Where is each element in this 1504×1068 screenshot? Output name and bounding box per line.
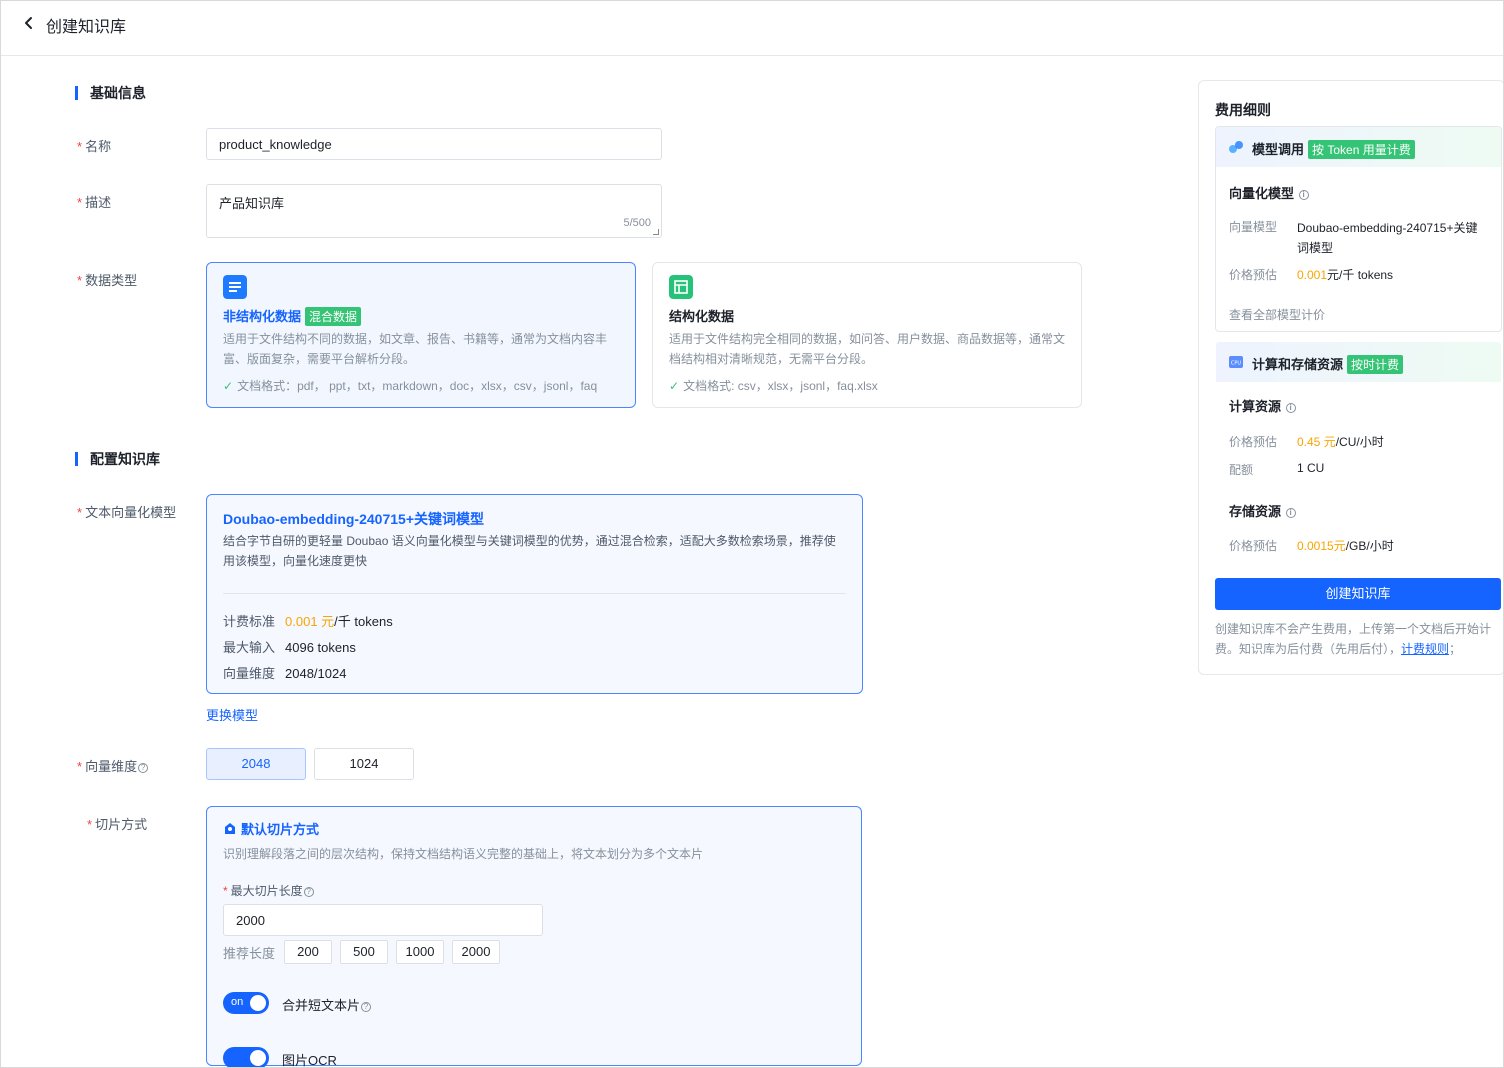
section-config: 配置知识库 [75, 452, 160, 466]
storage-price-key: 价格预估 [1229, 539, 1278, 553]
vector-model-title: 向量化模型 i [1229, 183, 1309, 202]
model-price-row: 计费标准 0.001 元/千 tokens [223, 614, 393, 629]
billing-rules-link[interactable]: 计费规则 [1401, 642, 1449, 656]
token-billing-tag: 按 Token 用量计费 [1308, 140, 1415, 159]
data-type-title: 非结构化数据 混合数据 [223, 306, 362, 326]
table-icon [669, 275, 693, 299]
billing-note: 创建知识库不会产生费用，上传第一个文档后开始计费。知识库为后付费（先用后付），计… [1215, 622, 1492, 656]
data-type-formats: ✓ 文档格式: csv，xlsx，jsonl，faq.xlsx [669, 379, 878, 393]
model-max-input-row: 最大输入 4096 tokens [223, 640, 356, 655]
model-call-box: 模型调用按 Token 用量计费 向量化模型 i 向量模型 Doubao-emb… [1215, 126, 1502, 332]
cost-detail-panel: 费用细则 模型调用按 Token 用量计费 向量化模型 i 向量模型 Douba… [1198, 80, 1503, 675]
cpu-icon: CPU [1229, 356, 1243, 368]
chunk-desc: 识别理解段落之间的层次结构，保持文档结构语义完整的基础上，将文本划分为多个文本片 [223, 847, 704, 861]
top-bar: 创建知识库 [1, 1, 1503, 56]
quota-value: 1 CU [1297, 461, 1325, 475]
section-basic-info: 基础信息 [75, 86, 146, 100]
chunk-icon [225, 823, 235, 834]
recommend-chip-500[interactable]: 500 [340, 940, 388, 964]
model-icon [1229, 141, 1243, 153]
compute-storage-header: CPU 计算和存储资源 按时计费 [1216, 342, 1501, 382]
compute-storage-box: CPU 计算和存储资源 按时计费 计算资源 i 价格预估 0.45 元/CU/小时… [1215, 341, 1502, 569]
max-chunk-length-label: * 最大切片长度? [223, 882, 314, 899]
back-arrow-icon[interactable] [21, 15, 37, 31]
model-call-header: 模型调用按 Token 用量计费 [1216, 127, 1501, 167]
info-icon: i [1298, 190, 1309, 200]
storage-resource-title: 存储资源 i [1229, 501, 1296, 520]
quota-key: 配额 [1229, 463, 1254, 477]
mixed-data-tag: 混合数据 [305, 307, 362, 326]
embedding-model-card[interactable]: Doubao-embedding-240715+关键词模型 结合字节自研的更轻量… [206, 494, 863, 694]
dimension-label: * 向量维度? [77, 756, 149, 775]
svg-text:CPU: CPU [1231, 361, 1242, 367]
max-chunk-length-input[interactable] [223, 904, 543, 936]
compute-price-key: 价格预估 [1229, 435, 1278, 449]
page-title: 创建知识库 [46, 19, 127, 36]
recommend-chip-200[interactable]: 200 [284, 940, 332, 964]
dimension-option-2048[interactable]: 2048 [206, 748, 306, 780]
hourly-billing-tag: 按时计费 [1347, 355, 1404, 374]
data-type-title: 结构化数据 [669, 309, 735, 324]
model-dimension-row: 向量维度 2048/1024 [223, 666, 347, 681]
embedding-model-label: * 文本向量化模型 [77, 505, 177, 520]
data-type-label: * 数据类型 [77, 273, 138, 288]
description-char-count: 5/500 [623, 217, 651, 229]
model-description: 结合字节自研的更轻量 Doubao 语义向量化模型与关键词模型的优势，通过混合检… [223, 534, 836, 568]
merge-short-toggle[interactable]: on [223, 992, 269, 1014]
check-icon: ✓ [669, 379, 680, 393]
name-label: * 名称 [77, 139, 112, 154]
view-all-pricing-link[interactable]: 查看全部模型计价 [1229, 306, 1325, 323]
cost-detail-title: 费用细则 [1215, 102, 1271, 118]
chunk-title: 默认切片方式 [223, 819, 319, 838]
help-icon: ? [361, 1002, 372, 1012]
data-type-formats: ✓ 文档格式：pdf， ppt，txt，markdown，doc，xlsx，csv… [223, 379, 598, 393]
help-icon: ? [303, 887, 314, 897]
data-type-card-unstructured[interactable]: 非结构化数据 混合数据 适用于文件结构不同的数据，如文章、报告、书籍等，通常为文档… [206, 262, 636, 408]
recommend-chip-1000[interactable]: 1000 [396, 940, 444, 964]
page-frame: 创建知识库 基础信息 *名称 *描述 产品知识库 5/500 *数据类型 非结构… [0, 0, 1504, 1068]
vector-model-key: 向量模型 [1229, 220, 1278, 234]
recommend-length-label: 推荐长度 [223, 946, 276, 961]
resize-handle[interactable] [653, 229, 659, 235]
storage-price-value: 0.0015元/GB/小时 [1297, 539, 1394, 553]
description-textarea[interactable]: 产品知识库 5/500 [206, 184, 662, 238]
data-type-desc: 适用于文件结构完全相同的数据，如问答、用户数据、商品数据等，通常文档结构相对清晰… [669, 332, 1066, 366]
data-type-card-structured[interactable]: 结构化数据 适用于文件结构完全相同的数据，如问答、用户数据、商品数据等，通常文档… [652, 262, 1082, 408]
change-model-link[interactable]: 更换模型 [206, 705, 258, 724]
name-input[interactable] [206, 128, 662, 160]
dimension-option-1024[interactable]: 1024 [314, 748, 414, 780]
data-type-desc: 适用于文件结构不同的数据，如文章、报告、书籍等，通常为文档内容丰富、版面复杂，需… [223, 332, 608, 366]
vector-price-key: 价格预估 [1229, 268, 1278, 282]
recommend-chip-2000[interactable]: 2000 [452, 940, 500, 964]
check-icon: ✓ [223, 379, 234, 393]
image-ocr-label: 图片OCR [282, 1053, 337, 1068]
image-ocr-toggle[interactable] [223, 1047, 269, 1067]
info-icon: i [1285, 403, 1296, 413]
description-value: 产品知识库 [219, 196, 285, 211]
vector-model-value: Doubao-embedding-240715+关键词模型 [1297, 221, 1478, 255]
document-icon [223, 275, 247, 299]
chunk-method-card[interactable]: 默认切片方式 识别理解段落之间的层次结构，保持文档结构语义完整的基础上，将文本划… [206, 806, 862, 1068]
create-knowledge-base-button[interactable]: 创建知识库 [1215, 578, 1501, 610]
compute-price-value: 0.45 元/CU/小时 [1297, 435, 1384, 449]
model-name: Doubao-embedding-240715+关键词模型 [223, 511, 484, 527]
vector-price-value: 0.001元/千 tokens [1297, 268, 1394, 282]
compute-resource-title: 计算资源 i [1229, 396, 1296, 415]
divider [223, 593, 846, 594]
chunk-method-label: * 切片方式 [87, 817, 148, 832]
description-label: * 描述 [77, 195, 112, 210]
help-icon: ? [138, 763, 149, 773]
info-icon: i [1285, 508, 1296, 518]
merge-short-label: 合并短文本片? [282, 995, 372, 1014]
